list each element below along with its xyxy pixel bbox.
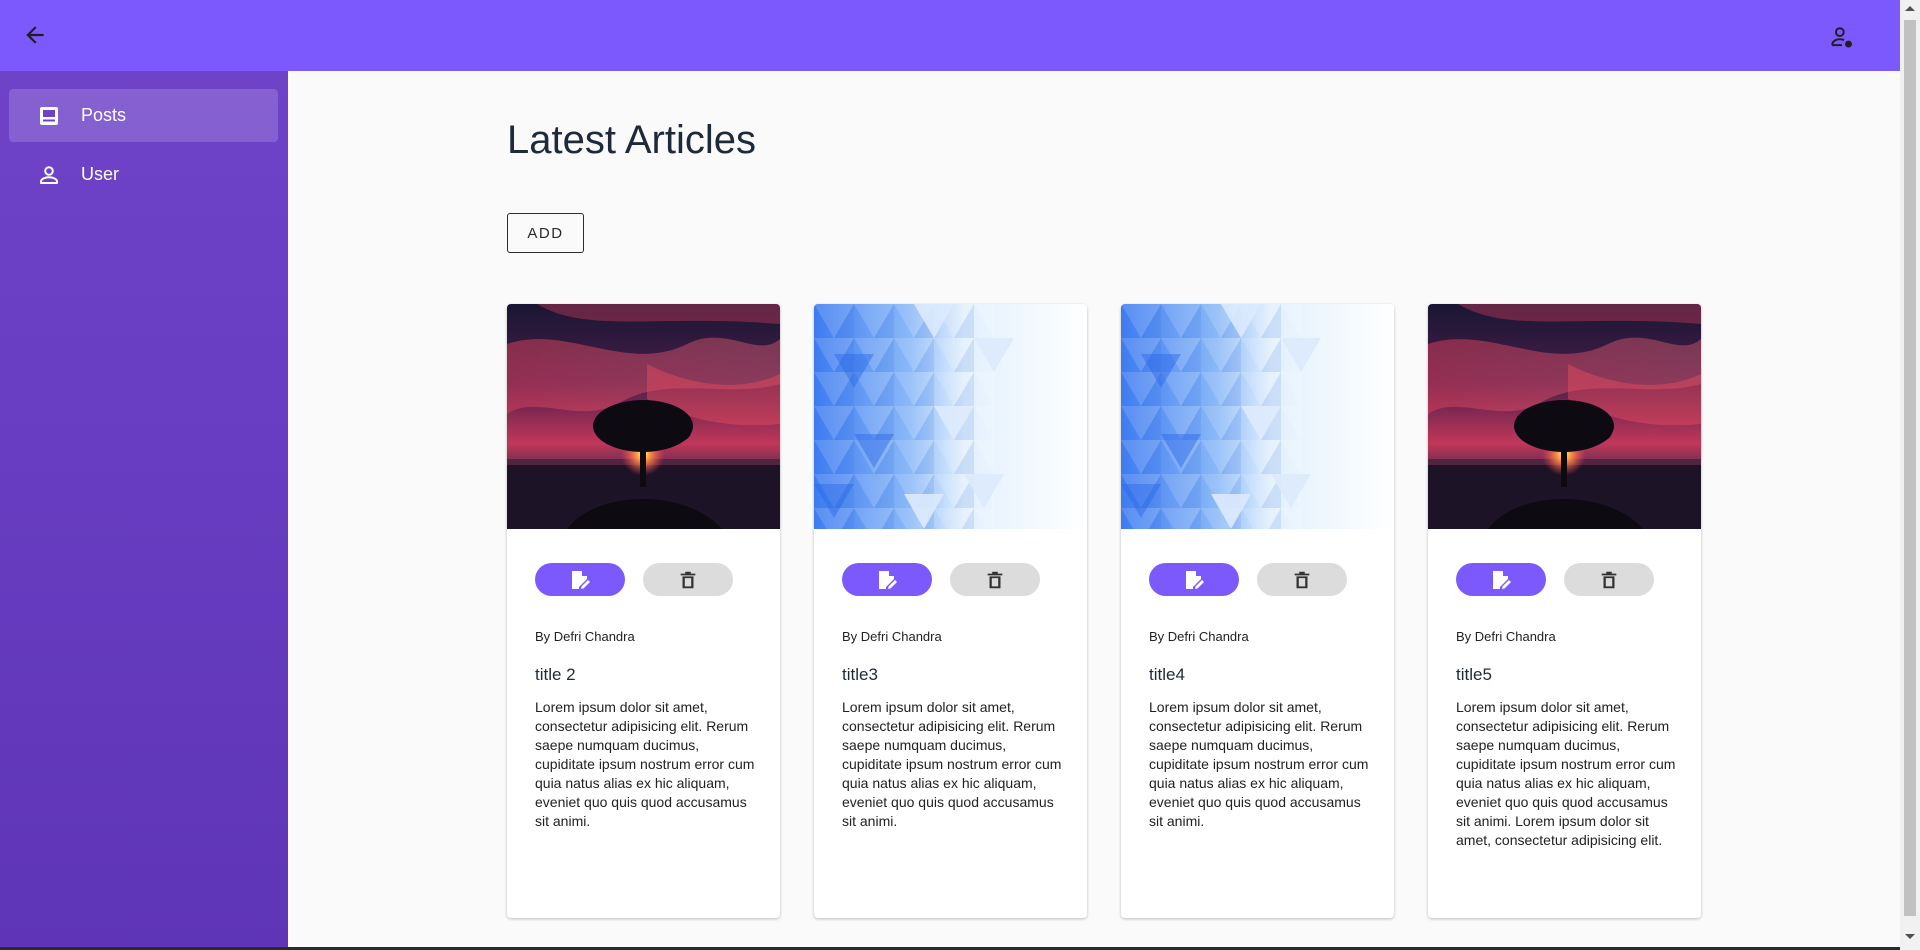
blue-triangle-pattern: [814, 304, 1087, 529]
scroll-thumb[interactable]: [1904, 20, 1916, 916]
user-icon: [37, 163, 61, 187]
trash-icon: [1601, 571, 1617, 588]
card-title: title5: [1456, 665, 1492, 684]
posts-icon: [37, 104, 61, 128]
trash-icon: [987, 571, 1003, 588]
trash-icon: [1294, 571, 1310, 588]
edit-button[interactable]: [842, 563, 932, 596]
card-body: Lorem ipsum dolor sit amet, consectetur …: [1456, 699, 1676, 848]
account-button[interactable]: [1824, 20, 1860, 54]
scroll-up-icon[interactable]: [1905, 6, 1915, 11]
article-card: By Defri Chandra title5 Lorem ipsum dolo…: [1428, 304, 1701, 918]
card-title: title3: [842, 665, 878, 684]
sidebar-item-user[interactable]: User: [9, 148, 278, 201]
trash-icon: [680, 571, 696, 588]
delete-button[interactable]: [950, 563, 1040, 596]
article-card: By Defri Chandra title 2 Lorem ipsum dol…: [507, 304, 780, 918]
delete-button[interactable]: [1564, 563, 1654, 596]
edit-icon: [1186, 570, 1204, 589]
sidebar: Posts User: [0, 71, 288, 950]
edit-button[interactable]: [1149, 563, 1239, 596]
account-settings-icon: [1831, 27, 1852, 48]
sidebar-item-label: User: [81, 164, 120, 184]
sunset-tree-photo: [1428, 304, 1701, 529]
article-card: By Defri Chandra title3 Lorem ipsum dolo…: [814, 304, 1087, 918]
article-card: By Defri Chandra title4 Lorem ipsum dolo…: [1121, 304, 1394, 918]
page-title: Latest Articles: [507, 118, 757, 162]
delete-button[interactable]: [643, 563, 733, 596]
edit-icon: [879, 570, 897, 589]
card-title: title4: [1149, 665, 1185, 684]
scroll-down-icon[interactable]: [1905, 934, 1915, 939]
card-body: Lorem ipsum dolor sit amet, consectetur …: [842, 699, 1062, 829]
card-author: By Defri Chandra: [1149, 629, 1249, 644]
sunset-tree-photo: [507, 304, 780, 529]
edit-button[interactable]: [535, 563, 625, 596]
arrow-left-icon: [26, 26, 44, 44]
edit-button[interactable]: [1456, 563, 1546, 596]
edit-icon: [572, 570, 590, 589]
card-body: Lorem ipsum dolor sit amet, consectetur …: [535, 699, 755, 829]
card-body: Lorem ipsum dolor sit amet, consectetur …: [1149, 699, 1369, 829]
card-author: By Defri Chandra: [535, 629, 635, 644]
card-author: By Defri Chandra: [842, 629, 942, 644]
edit-icon: [1493, 570, 1511, 589]
sidebar-item-label: Posts: [81, 105, 127, 125]
delete-button[interactable]: [1257, 563, 1347, 596]
add-button[interactable]: ADD: [507, 213, 584, 253]
sidebar-item-posts[interactable]: Posts: [9, 89, 278, 142]
vertical-scrollbar[interactable]: [1900, 0, 1920, 950]
app-bar: [0, 0, 1900, 71]
blue-triangle-pattern: [1121, 304, 1394, 529]
back-button[interactable]: [18, 18, 52, 52]
card-author: By Defri Chandra: [1456, 629, 1556, 644]
card-title: title 2: [535, 665, 576, 684]
